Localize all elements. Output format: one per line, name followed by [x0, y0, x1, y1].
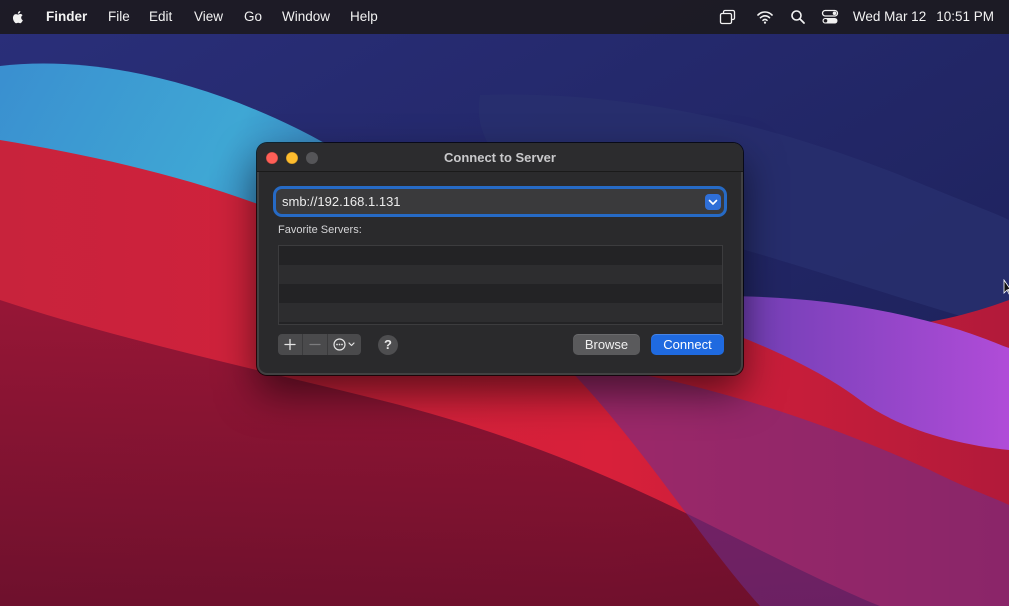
desktop: Finder File Edit View Go Window Help Wed… — [0, 0, 1009, 606]
menu-bar: Finder File Edit View Go Window Help Wed… — [0, 0, 1009, 34]
list-row — [279, 303, 722, 322]
dialog-titlebar[interactable]: Connect to Server — [257, 143, 743, 172]
ellipsis-circle-icon — [333, 338, 355, 351]
clock-date: Wed Mar 12 — [852, 9, 927, 24]
list-row — [279, 265, 722, 284]
mouse-cursor-icon — [1003, 279, 1009, 295]
apple-menu-icon[interactable] — [9, 8, 27, 26]
screen-mirroring-icon[interactable] — [719, 8, 737, 26]
favorite-servers-list[interactable] — [278, 245, 723, 325]
menu-view[interactable]: View — [194, 9, 223, 25]
add-favorite-button[interactable] — [278, 334, 303, 355]
server-address-combobox[interactable] — [276, 189, 724, 214]
menu-window[interactable]: Window — [282, 9, 330, 25]
connect-button[interactable]: Connect — [651, 334, 724, 355]
favorites-action-buttons — [278, 334, 361, 355]
minus-icon — [309, 343, 321, 346]
menu-app-name[interactable]: Finder — [46, 9, 87, 25]
browse-button[interactable]: Browse — [573, 334, 640, 355]
menu-clock[interactable]: Wed Mar 12 10:51 PM — [853, 9, 994, 25]
connect-to-server-dialog: Connect to Server Favorite Servers: — [257, 143, 743, 375]
help-button[interactable]: ? — [378, 335, 398, 355]
wifi-icon[interactable] — [756, 8, 774, 26]
recent-servers-dropdown-button[interactable] — [705, 194, 721, 210]
favorite-servers-label: Favorite Servers: — [278, 224, 362, 236]
menu-help[interactable]: Help — [350, 9, 378, 25]
clock-time: 10:51 PM — [936, 9, 994, 24]
menu-file[interactable]: File — [108, 9, 130, 25]
dialog-title: Connect to Server — [444, 150, 556, 165]
list-row — [279, 246, 722, 265]
menu-edit[interactable]: Edit — [149, 9, 172, 25]
spotlight-search-icon[interactable] — [789, 8, 807, 26]
remove-favorite-button — [303, 334, 328, 355]
plus-icon — [284, 338, 296, 351]
menu-go[interactable]: Go — [244, 9, 262, 25]
chevron-down-icon — [708, 199, 718, 205]
more-actions-button[interactable] — [328, 334, 361, 355]
control-center-icon[interactable] — [821, 8, 839, 26]
server-address-input[interactable] — [276, 189, 698, 214]
list-row — [279, 284, 722, 303]
